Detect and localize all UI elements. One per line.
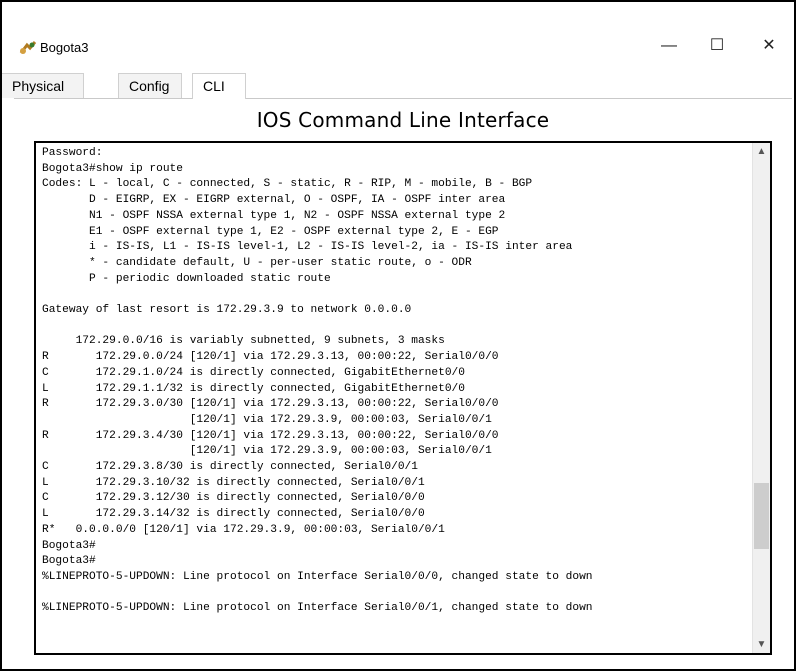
scroll-down-icon[interactable]: ▼ <box>753 636 770 653</box>
window-title: Bogota3 <box>40 40 89 55</box>
cli-heading: IOS Command Line Interface <box>256 108 550 132</box>
cli-output[interactable]: Password: Bogota3#show ip route Codes: L… <box>42 146 593 617</box>
router-icon <box>18 40 38 56</box>
maximize-button[interactable]: ☐ <box>700 34 734 58</box>
scroll-thumb[interactable] <box>754 483 769 549</box>
tab-cli[interactable]: CLI <box>192 73 246 99</box>
close-button[interactable]: ✕ <box>752 34 786 58</box>
scroll-up-icon[interactable]: ▲ <box>753 143 770 160</box>
vertical-scrollbar[interactable]: ▲ ▼ <box>752 143 770 653</box>
minimize-button[interactable]: — <box>652 34 686 58</box>
tab-bar: Physical Config CLI <box>2 68 792 99</box>
cli-terminal[interactable]: Password: Bogota3#show ip route Codes: L… <box>34 141 772 655</box>
tab-physical[interactable]: Physical <box>2 73 84 98</box>
tab-config[interactable]: Config <box>118 73 182 98</box>
